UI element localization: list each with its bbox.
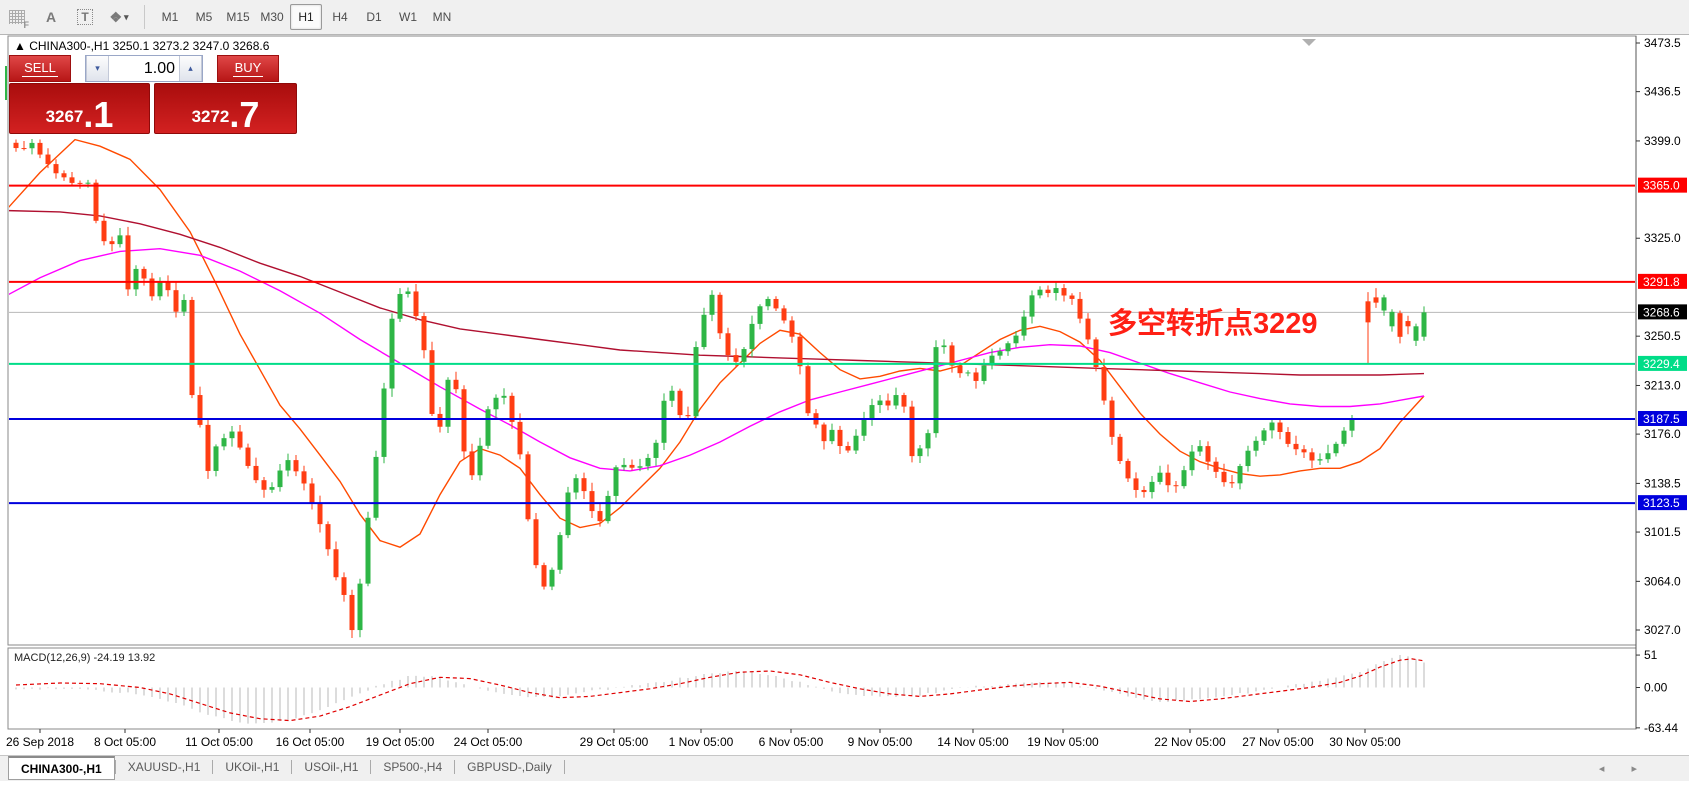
sell-quote[interactable]: 3267.1 [9, 83, 150, 134]
chart-tab-sp500-h4[interactable]: SP500-,H4 [371, 756, 454, 778]
tab-scroll-arrows[interactable]: ◂ ▸ [1599, 762, 1649, 775]
volume-up-button[interactable]: ▴ [179, 56, 202, 81]
chevron-down-icon: ▾ [124, 11, 129, 22]
volume-input[interactable] [109, 56, 179, 81]
y-axis-label: 3250.5 [1644, 329, 1681, 343]
price-chart[interactable]: 多空转折点3229 ▲ CHINA300-,H1 3250.1 3273.2 32… [0, 35, 1689, 785]
sell-button[interactable]: SELL [9, 55, 71, 82]
x-axis-label: 6 Nov 05:00 [759, 735, 824, 749]
timeframe-button-m1[interactable]: M1 [154, 4, 186, 30]
x-axis-label: 27 Nov 05:00 [1242, 735, 1314, 749]
timeframe-button-m30[interactable]: M30 [256, 4, 288, 30]
axis-price-label-text: 3365.0 [1643, 179, 1680, 193]
chart-window: 多空转折点3229 ▲ CHINA300-,H1 3250.1 3273.2 32… [0, 35, 1689, 785]
buy-quote[interactable]: 3272.7 [154, 83, 297, 134]
x-axis-label: 30 Nov 05:00 [1329, 735, 1401, 749]
y-axis-label: 3213.0 [1644, 378, 1681, 392]
timeframe-button-m15[interactable]: M15 [222, 4, 254, 30]
styler-grid-icon[interactable]: F [4, 5, 30, 30]
volume-stepper: ▾ ▴ [85, 55, 203, 82]
y-axis-label: 3101.5 [1644, 525, 1681, 539]
x-axis-label: 29 Oct 05:00 [580, 735, 649, 749]
timeframe-button-d1[interactable]: D1 [358, 4, 390, 30]
y-axis-label: 3027.0 [1644, 623, 1681, 637]
timeframe-button-mn[interactable]: MN [426, 4, 458, 30]
x-axis-label: 22 Nov 05:00 [1154, 735, 1226, 749]
arrow-tool-icon[interactable]: A [38, 5, 64, 29]
mt4-window: F A T ❖ ▾ M1 M5 M15 M30 H1 H4 D1 W1 MN 多空转折点3229 ▲… [0, 0, 1689, 785]
chart-tab-bar: CHINA300-,H1 XAUUSD-,H1 UKOil-,H1 USOil-,H1… [0, 755, 1689, 781]
chart-annotation[interactable]: 多空转折点3229 [1108, 306, 1318, 340]
chart-tab-usoil-h1[interactable]: USOil-,H1 [292, 756, 370, 778]
y-axis-label: 3138.5 [1644, 476, 1681, 490]
macd-label: MACD(12,26,9) -24.19 13.92 [14, 652, 155, 664]
timeframe-button-m5[interactable]: M5 [188, 4, 220, 30]
timeframe-buttons: M1 M5 M15 M30 H1 H4 D1 W1 MN [153, 4, 459, 30]
x-axis-label: 1 Nov 05:00 [669, 735, 734, 749]
x-axis-label: 24 Oct 05:00 [454, 735, 523, 749]
symbol-header: ▲ CHINA300-,H1 3250.1 3273.2 3247.0 3268… [14, 39, 270, 53]
axis-price-label-text: 3123.5 [1643, 496, 1680, 510]
volume-down-button[interactable]: ▾ [86, 56, 109, 81]
x-axis-label: 8 Oct 05:00 [94, 735, 156, 749]
y-axis-label: 3176.0 [1644, 427, 1681, 441]
x-axis-label: 14 Nov 05:00 [937, 735, 1009, 749]
chart-tab-xauusd-h1[interactable]: XAUUSD-,H1 [116, 756, 213, 778]
x-axis-label: 16 Oct 05:00 [276, 735, 345, 749]
toolbar-separator [144, 5, 145, 29]
one-click-trade-panel: SELL ▾ ▴ BUY 3267.1 3272.7 [9, 55, 297, 134]
macd-axis-label: 0.00 [1644, 681, 1668, 695]
chart-tab-ukoil-h1[interactable]: UKOil-,H1 [213, 756, 291, 778]
y-axis-label: 3436.5 [1644, 85, 1681, 99]
axis-price-label-text: 3268.6 [1643, 305, 1680, 319]
shapes-tool-icon[interactable]: ❖ ▾ [106, 5, 132, 29]
axis-price-label-text: 3291.8 [1643, 275, 1680, 289]
timeframe-button-w1[interactable]: W1 [392, 4, 424, 30]
x-axis-label: 9 Nov 05:00 [848, 735, 913, 749]
top-toolbar: F A T ❖ ▾ M1 M5 M15 M30 H1 H4 D1 W1 MN [0, 0, 1689, 35]
timeframe-button-h4[interactable]: H4 [324, 4, 356, 30]
chart-tab-gbpusd-daily[interactable]: GBPUSD-,Daily [455, 756, 564, 778]
x-axis-label: 19 Nov 05:00 [1027, 735, 1099, 749]
macd-axis-label: -63.44 [1644, 721, 1678, 735]
x-axis-label: 26 Sep 2018 [6, 735, 74, 749]
y-axis-label: 3325.0 [1644, 231, 1681, 245]
x-axis-label: 19 Oct 05:00 [366, 735, 435, 749]
timeframe-button-h1[interactable]: H1 [290, 4, 322, 30]
axis-price-label-text: 3229.4 [1643, 357, 1680, 371]
tab-divider [563, 760, 565, 774]
axis-price-label-text: 3187.5 [1643, 412, 1680, 426]
y-axis-label: 3399.0 [1644, 134, 1681, 148]
text-label-icon[interactable]: T [72, 5, 98, 29]
y-axis-label: 3064.0 [1644, 574, 1681, 588]
buy-button[interactable]: BUY [217, 55, 279, 82]
chart-tab-china300-h1[interactable]: CHINA300-,H1 [8, 756, 115, 780]
x-axis-label: 11 Oct 05:00 [185, 735, 253, 749]
y-axis-label: 3473.5 [1644, 36, 1681, 50]
macd-axis-label: 51 [1644, 648, 1658, 662]
